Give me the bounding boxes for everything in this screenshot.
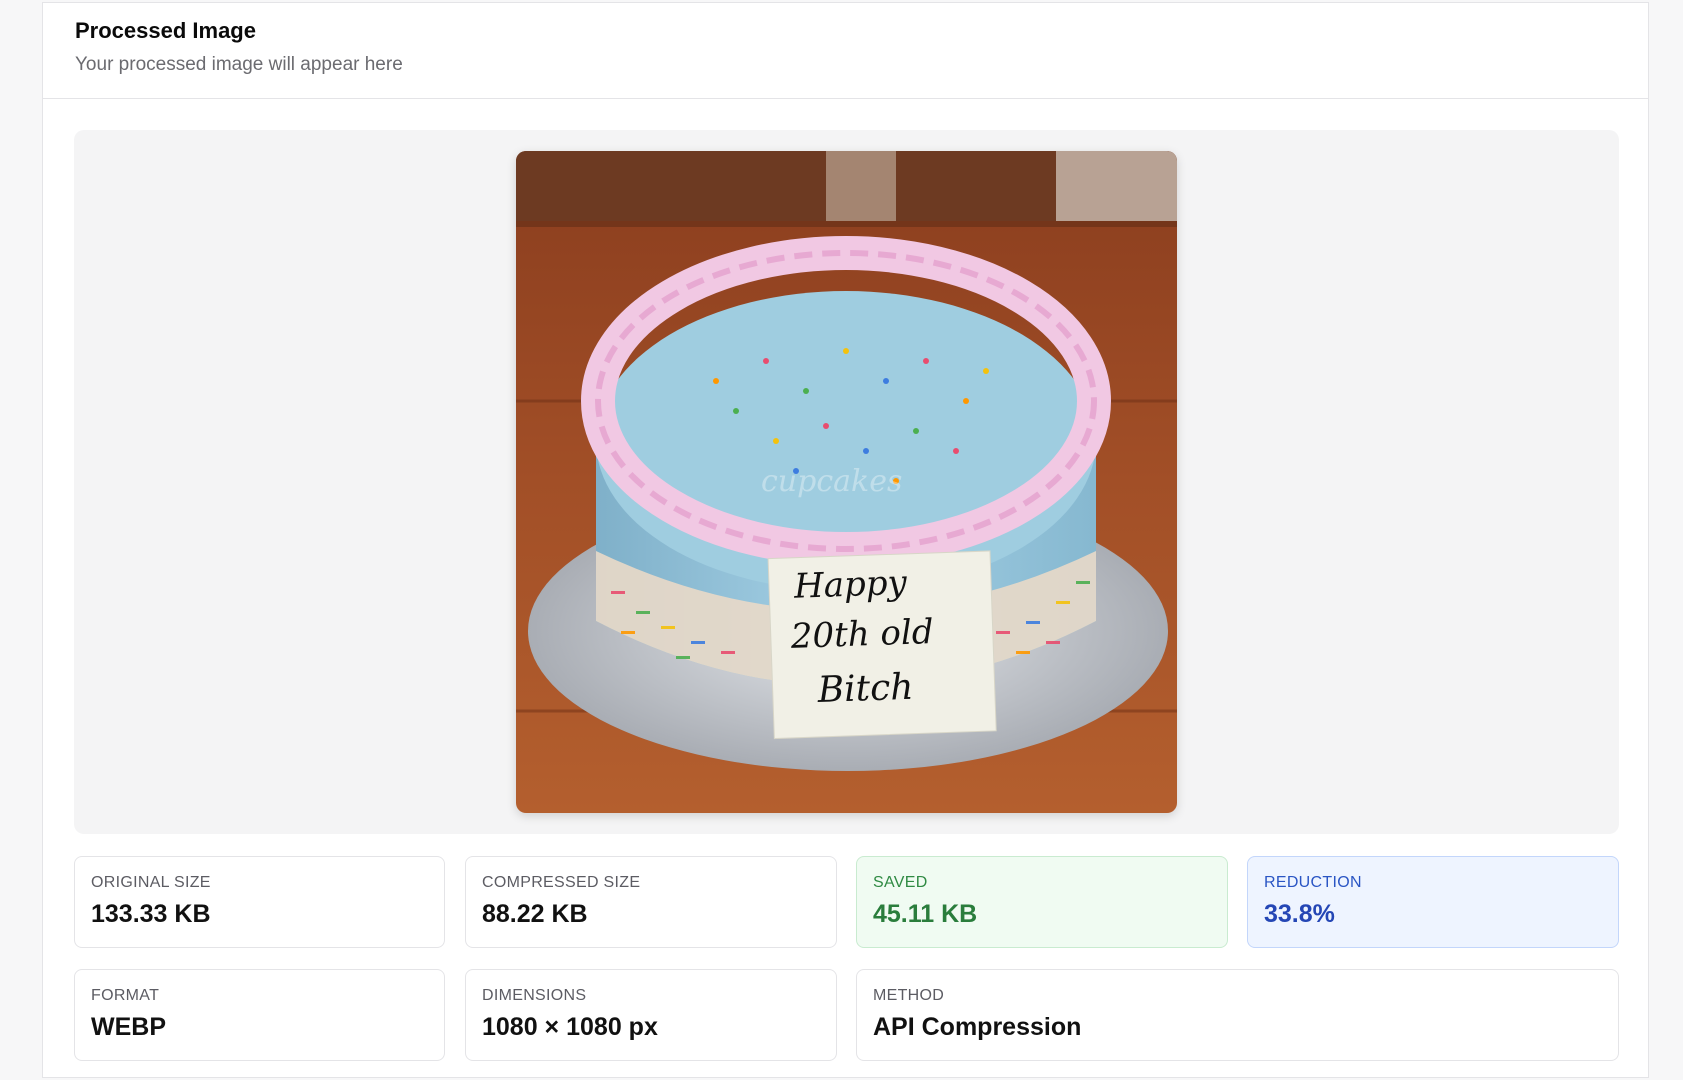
original-size-stat: ORIGINAL SIZE 133.33 KB — [74, 856, 445, 948]
processed-image-card: Processed Image Your processed image wil… — [42, 2, 1649, 1078]
stat-value: 45.11 KB — [873, 900, 978, 928]
card-header: Processed Image Your processed image wil… — [43, 3, 1648, 99]
format-stat: FORMAT WEBP — [74, 969, 445, 1061]
card-subtitle: Your processed image will appear here — [75, 54, 403, 75]
card-title: Processed Image — [75, 18, 256, 43]
dimensions-stat: DIMENSIONS 1080 × 1080 px — [465, 969, 837, 1061]
watermark-text: cupcakes — [761, 464, 902, 499]
method-stat: METHOD API Compression — [856, 969, 1619, 1061]
stat-label: ORIGINAL SIZE — [91, 874, 211, 891]
stat-label: DIMENSIONS — [482, 987, 587, 1004]
stat-value: 88.22 KB — [482, 900, 588, 928]
stat-label: METHOD — [873, 987, 945, 1004]
stat-label: FORMAT — [91, 987, 160, 1004]
stat-label: COMPRESSED SIZE — [482, 874, 641, 891]
svg-text:Happy: Happy — [792, 563, 908, 607]
stat-label: REDUCTION — [1264, 874, 1362, 891]
compressed-size-stat: COMPRESSED SIZE 88.22 KB — [465, 856, 837, 948]
cake-photo: Happy 20th old Bitch cupcakes — [516, 151, 1177, 813]
processed-image-preview[interactable]: Happy 20th old Bitch cupcakes — [516, 151, 1177, 813]
stat-value: 33.8% — [1264, 900, 1335, 928]
stat-label: SAVED — [873, 874, 928, 891]
stat-value: 1080 × 1080 px — [482, 1013, 658, 1041]
saved-stat: SAVED 45.11 KB — [856, 856, 1228, 948]
stat-value: WEBP — [91, 1013, 166, 1041]
svg-text:20th old: 20th old — [789, 612, 934, 657]
stat-value: API Compression — [873, 1013, 1082, 1041]
image-preview-area: Happy 20th old Bitch cupcakes — [74, 130, 1619, 834]
stat-value: 133.33 KB — [91, 900, 211, 928]
svg-text:Bitch: Bitch — [816, 667, 914, 711]
reduction-stat: REDUCTION 33.8% — [1247, 856, 1619, 948]
